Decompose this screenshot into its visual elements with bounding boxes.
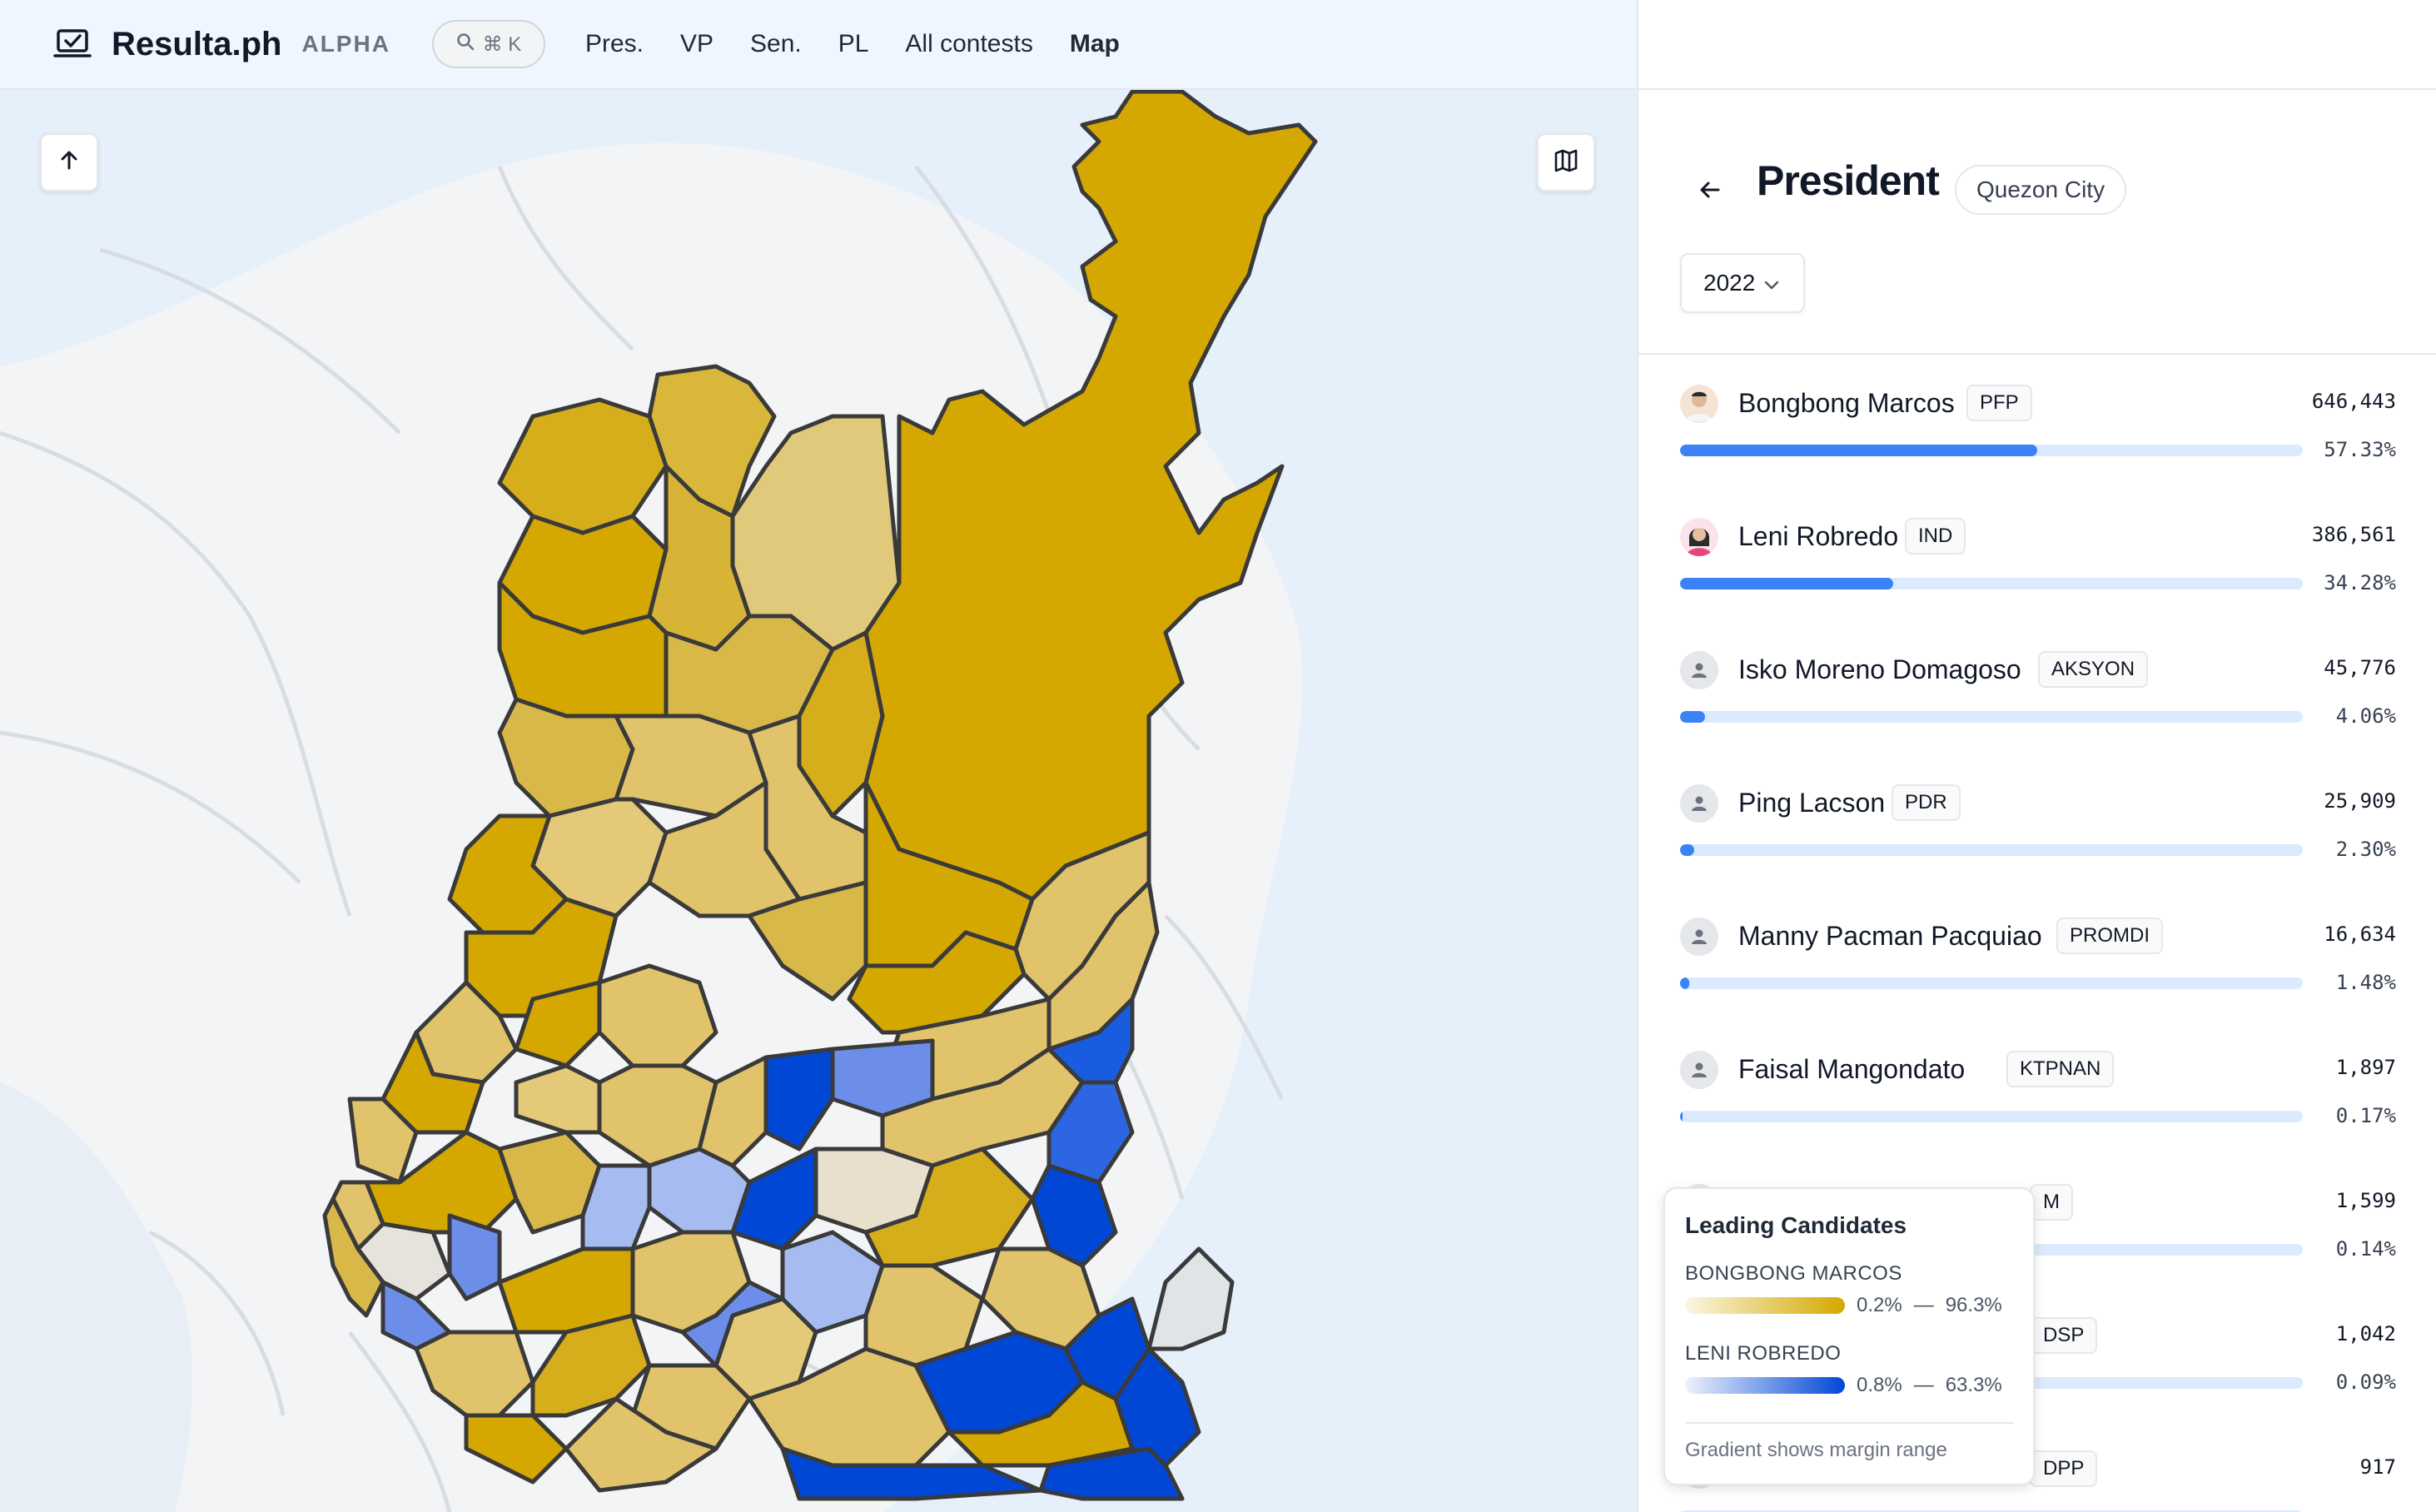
vote-share-bar	[1680, 445, 2303, 456]
legend-item-name: BONGBONG MARCOS	[1685, 1262, 1902, 1285]
candidate-photo	[1680, 518, 1718, 556]
vote-percentage: 0.09%	[2335, 1370, 2396, 1394]
vote-count: 917	[2359, 1455, 2396, 1479]
search-shortcut: ⌘ K	[482, 32, 522, 56]
app-name[interactable]: Resulta.ph	[112, 26, 281, 63]
app-root: Resulta.ph ALPHA ⌘ K Pres. VP Sen. PL Al…	[0, 0, 2436, 1512]
party-badge: AKSYON	[2038, 651, 2149, 688]
nav-senate[interactable]: Sen.	[750, 30, 802, 58]
nav-vice-president[interactable]: VP	[680, 30, 713, 58]
vote-share-fill	[1680, 445, 2037, 456]
vote-share-bar	[1680, 578, 2303, 589]
vote-percentage: 4.06%	[2335, 704, 2396, 728]
contest-title: President	[1757, 157, 1940, 204]
candidate-name: Bongbong Marcos	[1738, 388, 1955, 418]
legend-item: 0.8% — 63.3%	[1685, 1374, 2013, 1397]
vote-count: 25,909	[2324, 789, 2396, 813]
vote-count: 1,599	[2335, 1189, 2396, 1212]
vote-share-bar	[1680, 711, 2303, 723]
legend-item: 0.2% — 96.3%	[1685, 1294, 2013, 1317]
vote-percentage: 57.33%	[2324, 438, 2396, 461]
party-badge: PROMDI	[2056, 918, 2163, 954]
year-value: 2022	[1703, 270, 1756, 296]
vote-count: 646,443	[2311, 390, 2396, 413]
party-badge: M	[2030, 1184, 2073, 1221]
candidate-name: Ping Lacson	[1738, 788, 1886, 818]
person-icon	[1680, 918, 1718, 956]
nav-party-list[interactable]: PL	[838, 30, 869, 58]
vote-percentage: 2.30%	[2335, 838, 2396, 861]
search-button[interactable]: ⌘ K	[431, 20, 545, 68]
back-button[interactable]	[1693, 175, 1727, 208]
person-icon	[1680, 1051, 1718, 1089]
legend-min: 0.8%	[1857, 1374, 1902, 1396]
candidate-photo	[1680, 385, 1718, 423]
party-badge: IND	[1905, 518, 1966, 555]
party-badge: DPP	[2030, 1450, 2098, 1487]
legend-note: Gradient shows margin range	[1685, 1422, 2013, 1462]
location-badge: Quezon City	[1955, 165, 2127, 215]
party-badge: DSP	[2030, 1317, 2098, 1354]
nav-map[interactable]: Map	[1070, 30, 1120, 58]
vote-share-bar	[1680, 1111, 2303, 1122]
nav-all-contests[interactable]: All contests	[905, 30, 1032, 58]
choropleth-map[interactable]	[0, 0, 1637, 1512]
vote-percentage: 1.48%	[2335, 971, 2396, 994]
legend-gradient-marcos	[1685, 1297, 1845, 1314]
candidate-name: Manny Pacman Pacquiao	[1738, 921, 2042, 951]
legend-item-name: LENI ROBREDO	[1685, 1342, 1842, 1365]
candidate-name: Faisal Mangondato	[1738, 1054, 1966, 1084]
legend-min: 0.2%	[1857, 1294, 1902, 1316]
vote-share-fill	[1680, 711, 1706, 723]
party-badge: PFP	[1966, 385, 2032, 421]
map-legend: Leading Candidates BONGBONG MARCOS 0.2% …	[1663, 1187, 2035, 1485]
panel-topbar	[1638, 0, 2436, 90]
top-navigation: Resulta.ph ALPHA ⌘ K Pres. VP Sen. PL Al…	[0, 0, 1637, 90]
candidate-row[interactable]: Faisal Mangondato KTPNAN 1,897 0.17%	[1680, 1041, 2396, 1132]
vote-percentage: 0.14%	[2335, 1237, 2396, 1261]
vote-share-fill	[1680, 844, 1695, 856]
year-select[interactable]: 2022	[1680, 253, 1805, 313]
candidate-name: Leni Robredo	[1738, 521, 1899, 551]
candidate-name: Isko Moreno Domagoso	[1738, 654, 2021, 684]
arrow-up-icon	[58, 150, 80, 176]
vote-count: 1,897	[2335, 1056, 2396, 1079]
map-icon	[1554, 148, 1578, 177]
legend-max: 63.3%	[1945, 1374, 2002, 1396]
legend-dash: —	[1913, 1294, 1934, 1316]
map-layers-button[interactable]	[1537, 133, 1595, 191]
vote-percentage: 34.28%	[2324, 571, 2396, 594]
person-icon	[1680, 651, 1718, 689]
legend-title: Leading Candidates	[1685, 1212, 1907, 1238]
candidate-row[interactable]: Leni Robredo IND 386,561 34.28%	[1680, 508, 2396, 599]
legend-gradient-robredo	[1685, 1377, 1845, 1394]
alpha-tag: ALPHA	[301, 31, 390, 57]
vote-share-fill	[1680, 1111, 1683, 1122]
vote-share-fill	[1680, 977, 1690, 989]
vote-count: 386,561	[2311, 523, 2396, 546]
candidate-row[interactable]: Manny Pacman Pacquiao PROMDI 16,634 1.48…	[1680, 908, 2396, 999]
party-badge: PDR	[1892, 784, 1961, 821]
vote-count: 45,776	[2324, 656, 2396, 679]
candidate-row[interactable]: Ping Lacson PDR 25,909 2.30%	[1680, 774, 2396, 866]
vote-share-fill	[1680, 578, 1894, 589]
nav-president[interactable]: Pres.	[585, 30, 644, 58]
vote-count: 16,634	[2324, 923, 2396, 946]
search-icon	[456, 32, 475, 57]
legend-dash: —	[1913, 1374, 1934, 1396]
panel-header	[1638, 90, 2436, 355]
vote-share-bar	[1680, 977, 2303, 989]
arrow-left-icon	[1698, 178, 1722, 206]
vote-percentage: 0.17%	[2335, 1104, 2396, 1127]
party-badge: KTPNAN	[2006, 1051, 2115, 1087]
scroll-up-button[interactable]	[40, 133, 98, 191]
candidate-row[interactable]: Bongbong Marcos PFP 646,443 57.33%	[1680, 375, 2396, 466]
person-icon	[1680, 784, 1718, 823]
chevron-down-icon	[1763, 270, 1780, 296]
legend-max: 96.3%	[1945, 1294, 2002, 1316]
candidate-row[interactable]: Isko Moreno Domagoso AKSYON 45,776 4.06%	[1680, 641, 2396, 733]
vote-count: 1,042	[2335, 1322, 2396, 1345]
ballot-laptop-icon[interactable]	[53, 27, 92, 61]
vote-share-bar	[1680, 844, 2303, 856]
